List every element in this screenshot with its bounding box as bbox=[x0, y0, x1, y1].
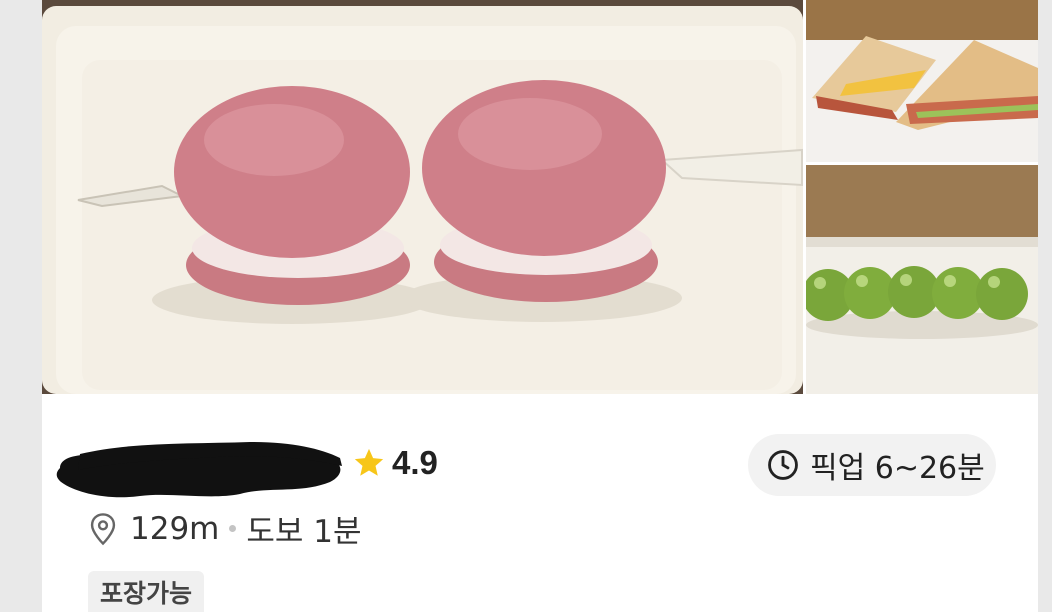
store-location: 129m 도보 1분 bbox=[88, 506, 362, 551]
store-rating: 4.9 bbox=[352, 444, 438, 482]
tag-takeout: 포장가능 bbox=[88, 571, 205, 612]
side-photo-grapes[interactable] bbox=[806, 165, 1038, 394]
distance-label: 129m bbox=[130, 510, 220, 547]
store-card[interactable]: 4.9 픽업 6~26분 129m 도보 1분 포장가능 bbox=[42, 0, 1038, 612]
star-icon bbox=[352, 446, 386, 480]
pickup-time-label: 픽업 6~26분 bbox=[810, 451, 985, 486]
separator-dot bbox=[229, 525, 237, 532]
clock-icon bbox=[766, 448, 800, 482]
store-name-redacted bbox=[50, 424, 350, 504]
walk-time-label: 도보 1분 bbox=[246, 514, 362, 550]
map-pin-icon bbox=[88, 512, 118, 546]
side-photo-sandwich[interactable] bbox=[806, 0, 1038, 162]
main-photo[interactable] bbox=[42, 0, 803, 394]
photo-gallery[interactable] bbox=[42, 0, 1038, 394]
store-info[interactable]: 4.9 픽업 6~26분 129m 도보 1분 포장가능 bbox=[42, 394, 1038, 612]
pickup-time-badge[interactable]: 픽업 6~26분 bbox=[748, 434, 996, 496]
rating-value: 4.9 bbox=[392, 444, 438, 481]
